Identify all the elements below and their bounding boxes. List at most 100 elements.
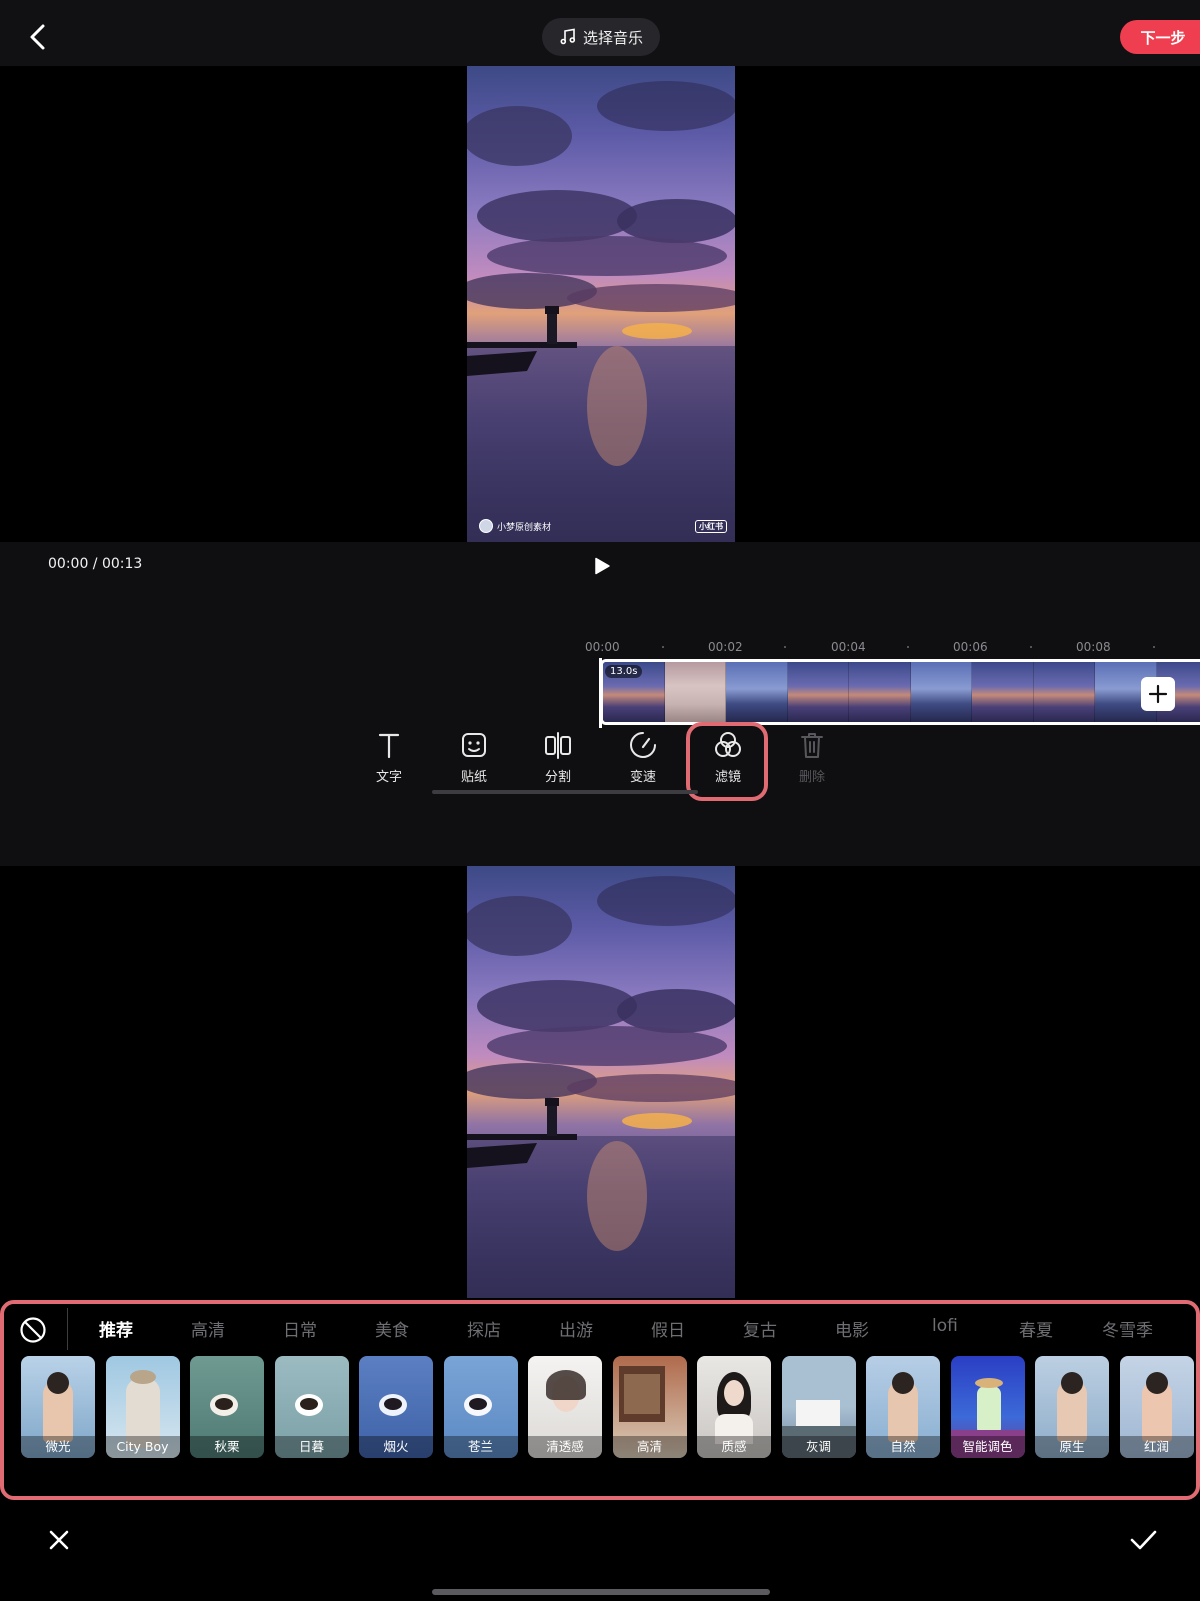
filter-tab[interactable]: 推荐: [99, 1316, 133, 1341]
back-button[interactable]: [24, 20, 54, 54]
filter-tab[interactable]: 探店: [467, 1316, 501, 1341]
close-icon[interactable]: [45, 1526, 73, 1554]
filter-tab[interactable]: lofi: [932, 1316, 958, 1336]
filter-label: 质感: [697, 1436, 771, 1458]
filter-tool-highlight: [686, 722, 768, 801]
clip-frame: [910, 662, 972, 722]
filter-thumbnail[interactable]: 原生: [1035, 1356, 1109, 1458]
filter-thumbnail[interactable]: 灰调: [781, 1356, 856, 1458]
tick-dot: [662, 646, 664, 648]
tab-divider: [67, 1308, 68, 1350]
filter-thumbnail[interactable]: 智能调色: [950, 1356, 1025, 1458]
watermark-author: 小梦原创素材: [479, 519, 551, 533]
timecode: 00:00 / 00:13: [48, 556, 143, 572]
filter-label: 高清: [612, 1436, 687, 1458]
filter-tab[interactable]: 春夏: [1019, 1316, 1053, 1341]
filter-thumbnail[interactable]: 微光: [21, 1356, 95, 1458]
filter-label: 原生: [1035, 1436, 1109, 1458]
filter-tab[interactable]: 冬雪季: [1102, 1316, 1153, 1341]
clip-frame: [849, 662, 911, 722]
split-icon: [545, 732, 571, 759]
filter-tab[interactable]: 高清: [191, 1316, 225, 1341]
tick-label: 00:00: [585, 640, 620, 654]
filter-tab[interactable]: 日常: [283, 1316, 317, 1341]
filter-label: 苍兰: [443, 1436, 518, 1458]
tool-label: 变速: [629, 770, 656, 785]
filter-tab[interactable]: 出游: [559, 1316, 593, 1341]
sunset-lighthouse-scene: [467, 876, 735, 1298]
filter-tab[interactable]: 美食: [375, 1316, 409, 1341]
chevron-left-icon: [30, 24, 45, 50]
filter-thumbnail[interactable]: 清透感: [528, 1356, 602, 1458]
watermark-badge: 小红书: [695, 520, 727, 533]
top-bar: 选择音乐 下一步: [0, 0, 1200, 66]
filter-thumbnail[interactable]: 质感: [697, 1356, 771, 1458]
clip-frame: [787, 662, 849, 722]
filter-label: 日暮: [274, 1436, 349, 1458]
filter-thumbnail-list: 微光 City Boy 秋栗 日暮 烟火 苍兰 清透感 高清 质感 灰调 自然 …: [21, 1356, 1200, 1458]
select-music-button[interactable]: 选择音乐: [542, 18, 660, 56]
filter-preview: [0, 866, 1200, 1298]
tool-delete: 删除: [778, 728, 846, 785]
filter-label: 秋栗: [190, 1436, 264, 1458]
tool-label: 删除: [798, 770, 825, 785]
filter-action-bar: [0, 1510, 1200, 1601]
tick-label: 00:04: [831, 640, 866, 654]
clip-frame: [726, 662, 788, 722]
filter-label: City Boy: [105, 1436, 180, 1458]
tool-label: 文字: [375, 770, 402, 785]
tick-label: 00:06: [953, 640, 988, 654]
timeline-ruler: 00:00 00:02 00:04 00:06 00:08: [585, 640, 1200, 654]
filter-panel: 推荐 高清 日常 美食 探店 出游 假日 复古 电影 lofi 春夏 冬雪季 微…: [0, 1300, 1200, 1601]
filter-thumbnail[interactable]: 苍兰: [443, 1356, 518, 1458]
filter-thumbnail[interactable]: 高清: [612, 1356, 687, 1458]
select-music-label: 选择音乐: [582, 28, 643, 47]
clip-duration-badge: 13.0s: [605, 665, 643, 678]
filter-thumbnail[interactable]: City Boy: [105, 1356, 180, 1458]
home-indicator[interactable]: [432, 1589, 770, 1595]
filter-label: 自然: [866, 1436, 940, 1458]
tool-text[interactable]: 文字: [355, 728, 423, 785]
clip-frame: [664, 662, 726, 722]
next-step-button[interactable]: 下一步: [1120, 20, 1200, 54]
filter-tab[interactable]: 假日: [651, 1316, 685, 1341]
no-filter-button[interactable]: [19, 1316, 47, 1344]
filter-thumbnail[interactable]: 秋栗: [190, 1356, 264, 1458]
tool-sticker[interactable]: 贴纸: [440, 728, 508, 785]
trash-icon: [801, 733, 823, 758]
filter-label: 红润: [1119, 1436, 1194, 1458]
filter-tab[interactable]: 电影: [835, 1316, 869, 1341]
clip-frame: [972, 662, 1034, 722]
tick-dot: [784, 646, 786, 648]
play-button[interactable]: [592, 556, 612, 576]
filter-label: 清透感: [528, 1436, 602, 1458]
filter-thumbnail[interactable]: 红润: [1119, 1356, 1194, 1458]
playhead[interactable]: [599, 658, 602, 728]
watermark-author-name: 小梦原创素材: [497, 522, 552, 533]
preview-image: 小梦原创素材 小红书: [467, 66, 735, 542]
filter-thumbnail[interactable]: 自然: [866, 1356, 940, 1458]
tool-label: 贴纸: [460, 770, 487, 785]
music-note-icon: [560, 28, 576, 45]
tick-label: 00:08: [1076, 640, 1111, 654]
clip-frame: [1033, 662, 1095, 722]
tick-dot: [1030, 646, 1032, 648]
add-clip-button[interactable]: [1141, 677, 1175, 711]
filter-thumbnail[interactable]: 烟火: [359, 1356, 433, 1458]
tool-split[interactable]: 分割: [524, 728, 592, 785]
edit-toolbar: 文字 贴纸 分割 变速 滤镜 删除: [0, 728, 1200, 798]
confirm-check-icon[interactable]: [1128, 1526, 1158, 1554]
toolbar-scrollbar[interactable]: [432, 790, 698, 794]
filter-label: 灰调: [781, 1436, 856, 1458]
video-preview: 小梦原创素材 小红书: [0, 66, 1200, 542]
filter-thumbnail[interactable]: 日暮: [274, 1356, 349, 1458]
filter-tab[interactable]: 复古: [743, 1316, 777, 1341]
editor-panel: 00:00 / 00:13 00:00 00:02 00:04 00:06 00…: [0, 542, 1200, 866]
tool-speed[interactable]: 变速: [609, 728, 677, 785]
video-clip-track[interactable]: [600, 659, 1200, 725]
author-avatar: [479, 519, 493, 533]
sticker-icon: [462, 733, 486, 757]
filter-label: 智能调色: [950, 1436, 1025, 1458]
filter-preview-image: [467, 866, 735, 1298]
tick-dot: [1153, 646, 1155, 648]
